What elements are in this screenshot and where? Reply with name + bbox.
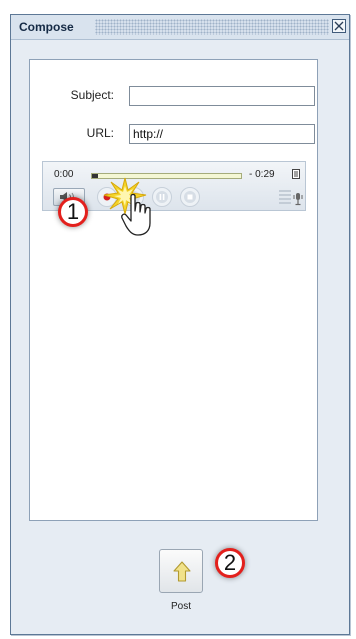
document-icon[interactable] — [291, 169, 301, 179]
pause-icon — [156, 191, 168, 203]
post-button[interactable] — [159, 549, 203, 593]
title-bar[interactable]: Compose — [11, 15, 349, 40]
elapsed-time: 0:00 — [54, 169, 74, 180]
up-arrow-icon — [173, 561, 191, 582]
window-title: Compose — [15, 19, 78, 36]
close-icon — [334, 21, 344, 31]
stop-button[interactable] — [180, 187, 200, 207]
stop-icon — [184, 191, 196, 203]
post-label: Post — [170, 601, 191, 612]
pause-button[interactable] — [152, 187, 172, 207]
compose-window: Compose Subject: URL: 0:00 - 0:29 — [10, 14, 350, 635]
step-2-callout: 2 — [215, 548, 245, 578]
subject-label: Subject: — [70, 88, 114, 102]
remaining-time: - 0:29 — [249, 169, 275, 180]
subject-input[interactable] — [129, 86, 315, 106]
title-bar-grip[interactable] — [95, 19, 329, 35]
compose-content-panel: Subject: URL: 0:00 - 0:29 — [29, 59, 318, 521]
level-meter — [279, 190, 291, 208]
microphone-icon[interactable] — [293, 192, 303, 206]
progress-thumb[interactable] — [92, 174, 98, 178]
close-button[interactable] — [332, 19, 346, 33]
url-label: URL: — [86, 126, 114, 140]
url-input[interactable] — [129, 124, 315, 144]
step-1-callout: 1 — [58, 197, 88, 227]
hand-cursor-icon — [121, 193, 151, 236]
